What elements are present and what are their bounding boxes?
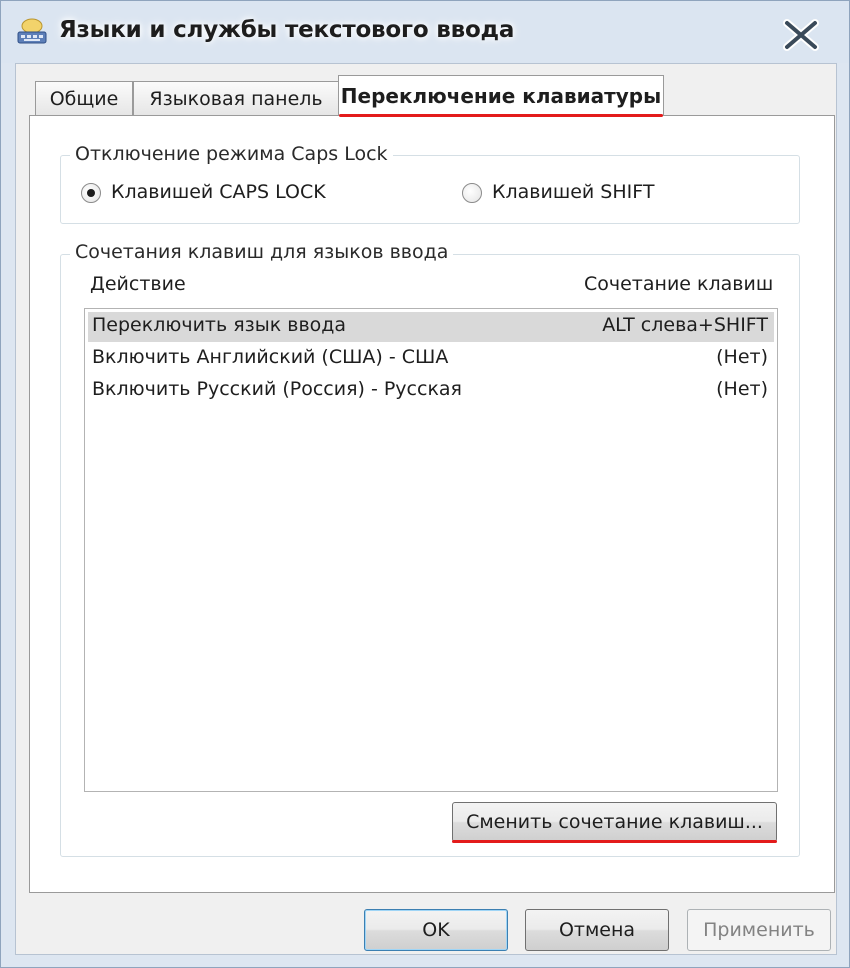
tab-language-bar[interactable]: Языковая панель: [133, 81, 339, 115]
close-icon: [783, 19, 819, 51]
change-hotkey-button[interactable]: Сменить сочетание клавиш...: [452, 802, 777, 842]
radio-shift-key[interactable]: Клавишей SHIFT: [462, 181, 682, 207]
column-header-action[interactable]: Действие: [90, 273, 186, 295]
list-item[interactable]: Включить Английский (США) - США (Нет): [88, 344, 774, 374]
caps-lock-group-title: Отключение режима Caps Lock: [70, 143, 393, 165]
list-item-keys: ALT слева+SHIFT: [602, 314, 768, 336]
annotation-underline-button: [452, 840, 777, 843]
tab-keyboard-switching[interactable]: Переключение клавиатуры: [338, 75, 664, 115]
list-item-action: Включить Русский (Россия) - Русская: [92, 378, 462, 400]
list-item-action: Включить Английский (США) - США: [92, 346, 449, 368]
radio-checked-icon: [81, 183, 101, 203]
window-title: Языки и службы текстового ввода: [59, 17, 515, 43]
title-bar[interactable]: Языки и службы текстового ввода: [1, 1, 849, 63]
column-header-keys[interactable]: Сочетание клавиш: [584, 273, 773, 295]
tab-label: Языковая панель: [149, 88, 323, 110]
list-item-action: Переключить язык ввода: [92, 314, 347, 336]
list-item[interactable]: Включить Русский (Россия) - Русская (Нет…: [88, 376, 774, 406]
dialog-window: Языки и службы текстового ввода Общие Яз…: [0, 0, 850, 968]
list-item-keys: (Нет): [716, 346, 768, 368]
list-item[interactable]: Переключить язык ввода ALT слева+SHIFT: [88, 312, 774, 342]
radio-unchecked-icon: [462, 183, 482, 203]
tab-label: Переключение клавиатуры: [340, 84, 662, 108]
hotkeys-group-title: Сочетания клавиш для языков ввода: [70, 241, 454, 263]
radio-label: Клавишей CAPS LOCK: [111, 181, 326, 203]
hotkeys-list[interactable]: Переключить язык ввода ALT слева+SHIFT В…: [84, 308, 778, 792]
tab-general[interactable]: Общие: [35, 81, 133, 115]
close-button[interactable]: [779, 15, 823, 55]
list-item-keys: (Нет): [716, 378, 768, 400]
tab-label: Общие: [49, 88, 119, 110]
radio-caps-lock-key[interactable]: Клавишей CAPS LOCK: [81, 181, 361, 207]
keyboard-icon: [15, 17, 49, 47]
apply-button[interactable]: Применить: [687, 909, 831, 951]
cancel-button[interactable]: Отмена: [525, 909, 669, 951]
annotation-underline-tab: [339, 114, 663, 117]
radio-label: Клавишей SHIFT: [492, 181, 655, 203]
ok-button[interactable]: OK: [364, 909, 508, 951]
